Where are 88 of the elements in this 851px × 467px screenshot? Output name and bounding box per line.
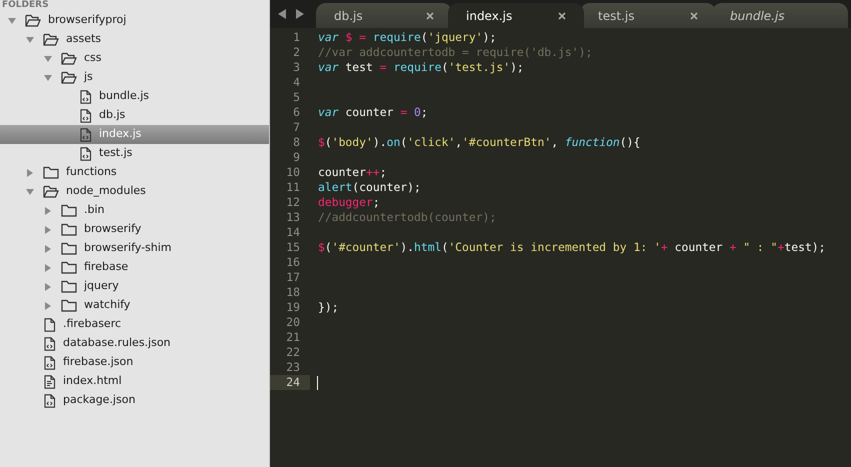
collapsed-arrow-icon[interactable] <box>25 168 35 178</box>
folder-item[interactable]: functions <box>0 163 269 182</box>
line-number: 6 <box>292 105 301 120</box>
folder-item[interactable]: browserifyproj <box>0 11 269 30</box>
document-file-icon <box>43 374 56 388</box>
line-number: 3 <box>292 60 301 75</box>
folder-icon <box>61 242 77 255</box>
code-line: debugger; <box>318 194 380 211</box>
close-icon[interactable] <box>426 12 434 20</box>
line-number: 15 <box>285 240 301 255</box>
code-line: $('body').on('click','#counterBtn', function(){ <box>318 134 640 151</box>
line-number: 4 <box>292 75 301 90</box>
file-icon <box>43 318 56 332</box>
line-number: 5 <box>292 90 301 105</box>
folder-icon <box>61 299 77 312</box>
file-item[interactable]: index.html <box>0 372 269 391</box>
folder-item[interactable]: browserify <box>0 220 269 239</box>
code-line: //var addcountertodb = require('db.js'); <box>318 44 592 61</box>
line-number: 19 <box>285 300 301 315</box>
folder-icon <box>61 204 77 217</box>
folder-item[interactable]: jquery <box>0 277 269 296</box>
line-number: 11 <box>285 180 301 195</box>
line-number: 17 <box>285 270 301 285</box>
folder-item[interactable]: browserify-shim <box>0 239 269 258</box>
line-number: 18 <box>285 285 301 300</box>
folder-icon <box>61 223 77 236</box>
code-file-icon <box>79 146 92 160</box>
line-number: 14 <box>285 225 301 240</box>
file-item[interactable]: db.js <box>0 106 269 125</box>
back-arrow-icon[interactable] <box>278 9 287 19</box>
file-item[interactable]: package.json <box>0 391 269 410</box>
forward-arrow-icon[interactable] <box>295 9 304 19</box>
line-number: 21 <box>285 330 301 345</box>
line-number: 20 <box>285 315 301 330</box>
folder-item[interactable]: assets <box>0 30 269 49</box>
open-folder-icon <box>61 71 77 84</box>
folder-item[interactable]: js <box>0 68 269 87</box>
line-number: 10 <box>285 165 301 180</box>
close-icon[interactable] <box>558 12 566 20</box>
line-number: 22 <box>285 345 301 360</box>
line-number: 23 <box>285 360 301 375</box>
code-line: var test = require('test.js'); <box>318 58 524 76</box>
code-line: //addcountertodb(counter); <box>318 208 496 226</box>
line-number: 24 <box>270 375 310 390</box>
folder-icon <box>61 261 77 274</box>
folder-item[interactable]: watchify <box>0 296 269 315</box>
code-file-icon <box>79 128 92 142</box>
code-file-icon <box>79 90 92 104</box>
code-line: }); <box>318 298 339 316</box>
code-file-icon <box>43 394 56 408</box>
file-item[interactable]: test.js <box>0 144 269 163</box>
open-folder-icon <box>25 14 41 27</box>
code-line: $('#counter').html('Counter is incremented by 1: '+ counter + " : "+test); <box>318 238 826 256</box>
file-item[interactable]: firebase.json <box>0 353 269 372</box>
editor-tab[interactable]: db.js <box>316 3 452 28</box>
code-file-icon <box>43 356 56 370</box>
folder-item[interactable]: .bin <box>0 201 269 220</box>
line-number: 2 <box>292 45 301 60</box>
line-number: 8 <box>292 135 301 150</box>
sidebar-header: FOLDERS <box>1 0 50 11</box>
folder-icon <box>43 166 59 179</box>
folder-icon <box>61 280 77 293</box>
code-line: var $ = require('jquery'); <box>318 28 496 46</box>
file-item[interactable]: .firebaserc <box>0 315 269 334</box>
line-number: 13 <box>285 210 301 225</box>
folder-item[interactable]: css <box>0 49 269 68</box>
editor-tab[interactable]: bundle.js <box>712 3 848 28</box>
open-folder-icon <box>61 52 77 65</box>
editor-tab[interactable]: test.js <box>580 3 716 28</box>
code-file-icon <box>43 336 56 350</box>
editor-tab[interactable]: index.js <box>448 3 584 28</box>
code-line: counter++; <box>318 164 387 181</box>
code-line: var counter = 0; <box>318 104 428 121</box>
open-folder-icon <box>43 33 59 46</box>
open-folder-icon <box>43 185 59 198</box>
line-number: 16 <box>285 255 301 270</box>
line-number: 9 <box>292 150 301 165</box>
code-line: alert(counter); <box>318 178 421 196</box>
expanded-arrow-icon[interactable] <box>25 186 35 196</box>
line-number: 1 <box>292 30 301 45</box>
line-number: 12 <box>285 195 301 210</box>
folder-item[interactable]: firebase <box>0 258 269 277</box>
file-item[interactable]: bundle.js <box>0 87 269 106</box>
folder-item[interactable]: node_modules <box>0 182 269 201</box>
close-icon[interactable] <box>690 12 698 20</box>
file-item[interactable]: database.rules.json <box>0 334 269 353</box>
code-file-icon <box>79 108 92 122</box>
line-number: 7 <box>292 120 301 135</box>
